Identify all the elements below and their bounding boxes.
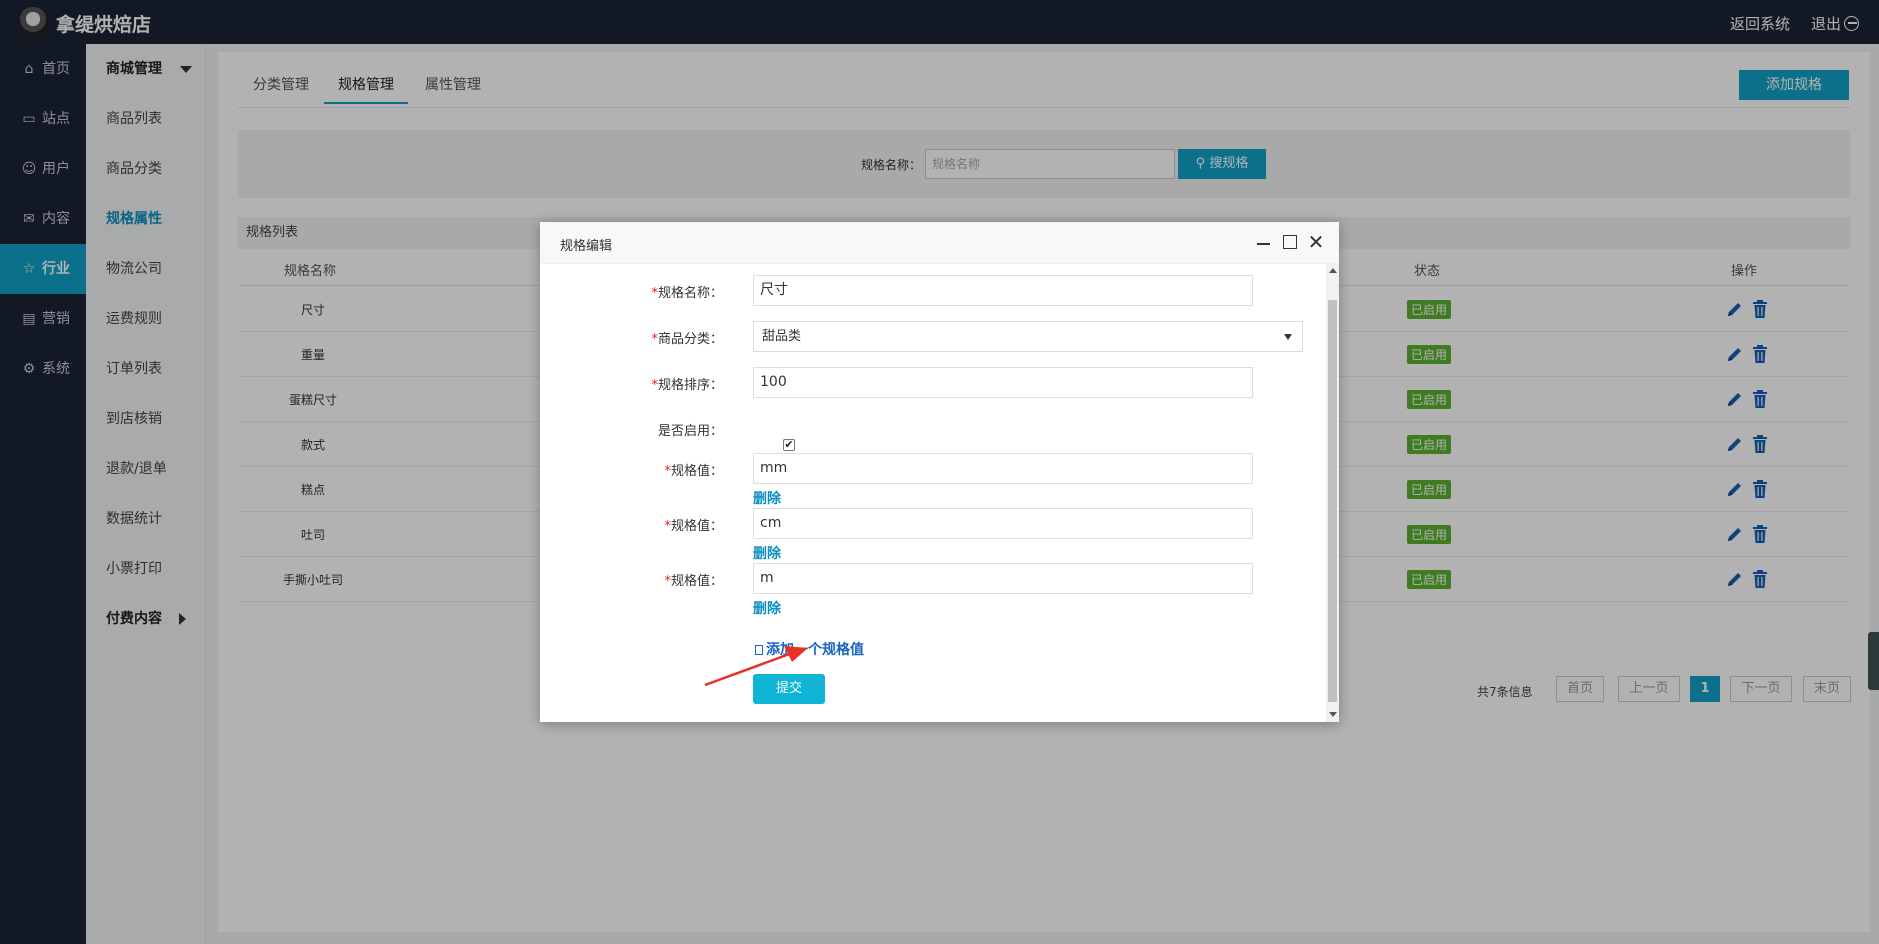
enabled-checkbox[interactable]: ✔ xyxy=(783,439,795,451)
dialog-title: 规格编辑 xyxy=(560,239,613,254)
sort-label: *规格排序： xyxy=(540,374,723,393)
delete-spec-value-3[interactable]: 删除 xyxy=(753,598,781,618)
spec-name-label: *规格名称： xyxy=(540,282,723,301)
label-text: 规格值： xyxy=(670,574,723,589)
label-text: 规格名称： xyxy=(657,286,723,301)
scroll-thumb[interactable] xyxy=(1328,300,1337,702)
label-text: 规格值： xyxy=(670,519,723,534)
chevron-down-icon xyxy=(1284,334,1292,340)
spec-edit-dialog: 规格编辑 ✕ *规格名称： 尺寸 *商品分类： 甜品类 *规格排序： 100 是… xyxy=(540,222,1339,722)
spec-value-input-2[interactable]: cm xyxy=(753,508,1253,539)
annotation-arrow-icon xyxy=(704,646,808,687)
close-icon[interactable]: ✕ xyxy=(1306,232,1326,252)
dialog-body: *规格名称： 尺寸 *商品分类： 甜品类 *规格排序： 100 是否启用： ✔ … xyxy=(540,264,1326,722)
maximize-icon[interactable] xyxy=(1280,232,1300,252)
label-text: 商品分类： xyxy=(657,332,723,347)
dialog-scrollbar[interactable] xyxy=(1326,264,1339,722)
delete-spec-value-1[interactable]: 删除 xyxy=(753,488,781,508)
scroll-down-icon[interactable] xyxy=(1329,712,1337,717)
category-select[interactable]: 甜品类 xyxy=(753,321,1303,352)
category-label: *商品分类： xyxy=(540,328,723,347)
label-text: 规格值： xyxy=(670,464,723,479)
label-text: 规格排序： xyxy=(657,378,723,393)
spec-value-label-3: *规格值： xyxy=(540,570,723,589)
enabled-label: 是否启用： xyxy=(657,424,723,439)
spec-value-label-2: *规格值： xyxy=(540,515,723,534)
minimize-icon[interactable] xyxy=(1254,232,1274,252)
scroll-up-icon[interactable] xyxy=(1329,268,1337,273)
spec-name-input[interactable]: 尺寸 xyxy=(753,275,1253,306)
spec-value-input-3[interactable]: m xyxy=(753,563,1253,594)
category-selected-value: 甜品类 xyxy=(762,329,802,344)
sort-input[interactable]: 100 xyxy=(753,367,1253,398)
spec-value-input-1[interactable]: mm xyxy=(753,453,1253,484)
delete-spec-value-2[interactable]: 删除 xyxy=(753,543,781,563)
side-widget[interactable] xyxy=(1868,632,1879,690)
spec-value-label-1: *规格值： xyxy=(540,460,723,479)
dialog-header: 规格编辑 ✕ xyxy=(540,222,1339,264)
